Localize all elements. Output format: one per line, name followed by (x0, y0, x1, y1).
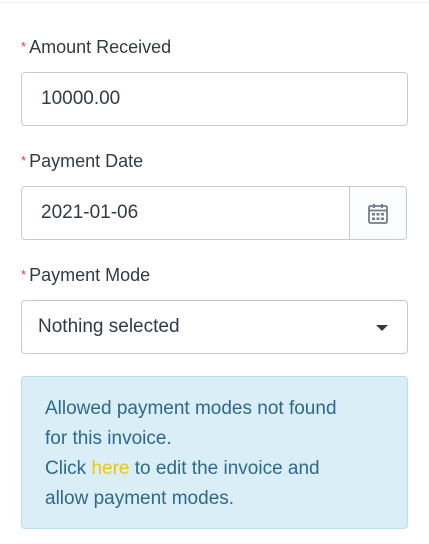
caret-down-icon (376, 325, 388, 331)
required-marker: * (21, 267, 27, 282)
edit-invoice-link[interactable]: here (91, 458, 129, 479)
required-marker: * (21, 39, 27, 54)
payment-mode-selected: Nothing selected (38, 316, 180, 337)
payment-modes-alert: Allowed payment modes not found for this… (21, 376, 408, 529)
payment-mode-label: * Payment Mode (21, 265, 151, 285)
payment-mode-select[interactable]: Nothing selected (21, 300, 408, 354)
payment-date-input[interactable]: 2021-01-06 (41, 187, 138, 239)
amount-received-input[interactable]: 10000.00 (21, 72, 408, 126)
amount-received-label: * Amount Received (21, 37, 172, 57)
calendar-button[interactable] (349, 187, 406, 239)
payment-date-field: 2021-01-06 (21, 186, 407, 240)
top-divider (0, 2, 429, 3)
calendar-icon (368, 203, 388, 224)
required-marker: * (21, 153, 27, 168)
payment-date-label: * Payment Date (21, 151, 144, 171)
